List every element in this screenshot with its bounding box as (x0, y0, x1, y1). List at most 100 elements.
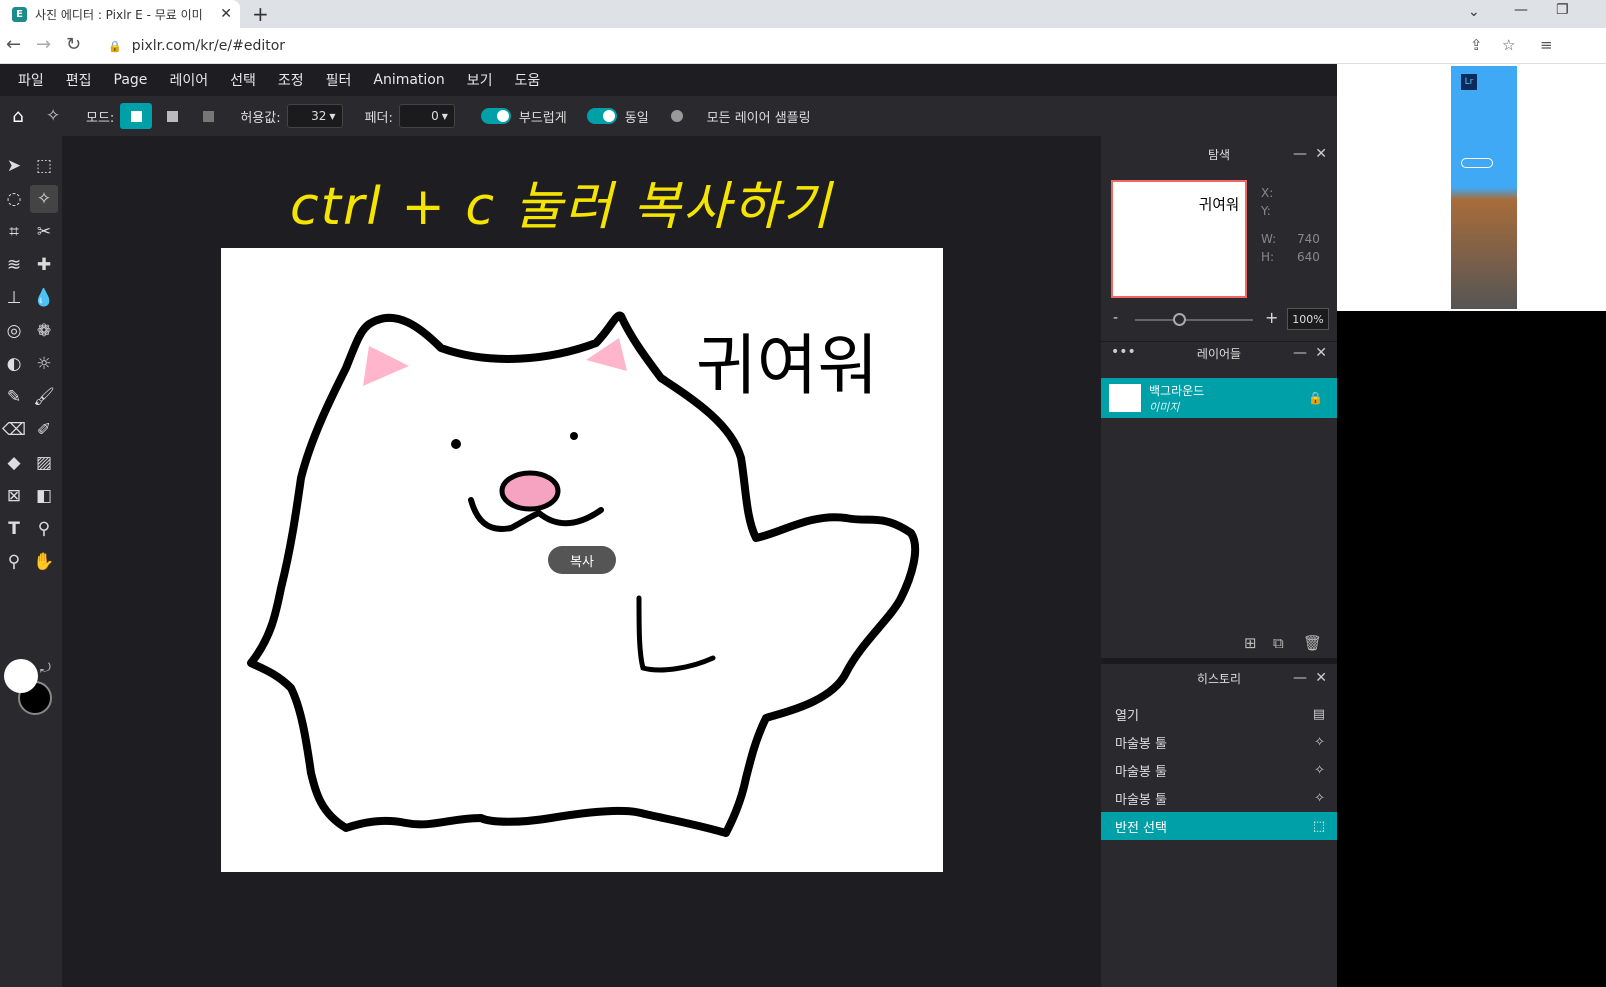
duplicate-layer-icon[interactable]: ⧉ (1273, 634, 1284, 652)
history-item-magic-wand[interactable]: 마술봉 툴 ✧ (1101, 756, 1337, 784)
browser-tab[interactable]: E 사진 에디터 : Pixlr E - 무료 이미 ✕ (0, 0, 240, 28)
arrange-tool-icon[interactable]: ➤ (0, 152, 28, 180)
history-collapse-icon[interactable]: — (1293, 670, 1307, 686)
menu-help[interactable]: 도움 (515, 70, 541, 90)
shape-tool-icon[interactable]: ◧ (30, 482, 58, 510)
zoom-out-button[interactable]: - (1113, 310, 1118, 326)
menu-layer[interactable]: 레이어 (169, 70, 208, 90)
share-icon[interactable]: ⇪ (1470, 36, 1483, 54)
nav-h-value: 640 (1297, 250, 1320, 264)
url-field[interactable]: 🔒 pixlr.com/kr/e/#editor (100, 32, 1500, 60)
bookmark-star-icon[interactable]: ☆ (1502, 36, 1515, 54)
heal-tool-icon[interactable]: ✚ (30, 251, 58, 279)
tool-options-bar: ⌂ ✧ 모드: 허용값: 32 ▼ 페더: 0 ▼ 부드럽게 동일 모든 레이어 샘… (0, 96, 1337, 136)
history-label: 마술봉 툴 (1115, 764, 1167, 780)
lock-icon: 🔒 (108, 39, 122, 53)
nav-w-label: W: (1261, 232, 1277, 246)
brush-tool-icon[interactable]: 🖌 (30, 383, 58, 411)
clone-stamp-tool-icon[interactable]: ⊥ (0, 284, 28, 312)
history-close-icon[interactable]: ✕ (1315, 670, 1327, 686)
mode-subtract-button[interactable] (192, 103, 224, 129)
home-icon[interactable]: ⌂ (4, 106, 32, 127)
menu-select[interactable]: 선택 (230, 70, 256, 90)
new-tab-icon[interactable]: + (252, 2, 269, 26)
ad-banner[interactable]: Lr (1451, 66, 1517, 309)
contiguous-label: 동일 (624, 110, 649, 126)
feather-caret-icon: ▼ (441, 111, 448, 121)
layers-close-icon[interactable]: ✕ (1315, 345, 1327, 361)
layer-name: 백그라운드 (1149, 383, 1205, 398)
mode-new-button[interactable] (120, 103, 153, 129)
blur-tool-icon[interactable]: 💧 (30, 284, 58, 312)
reading-list-icon[interactable]: ≡ (1540, 36, 1553, 54)
history-item-open[interactable]: 열기 ▤ (1101, 700, 1337, 728)
back-icon[interactable]: ← (6, 34, 21, 55)
cutout-tool-icon[interactable]: ✂ (30, 218, 58, 246)
menu-animation[interactable]: Animation (373, 72, 444, 88)
navigator-thumbnail[interactable]: 귀여워 (1111, 180, 1247, 298)
layers-collapse-icon[interactable]: — (1293, 345, 1307, 361)
right-panels: 탐색 — ✕ 귀여워 X: Y: W: 740 H: 640 - + 100% (1101, 136, 1337, 987)
layer-lock-icon[interactable]: 🔒 (1308, 391, 1323, 405)
feather-select[interactable]: 0 ▼ (398, 104, 455, 128)
zoom-slider-handle[interactable] (1173, 313, 1186, 326)
color-replace-tool-icon[interactable]: ❁ (30, 317, 58, 345)
hand-tool-icon[interactable]: ✋ (30, 548, 58, 576)
foreground-color-swatch[interactable] (4, 659, 38, 693)
filter-tool-icon[interactable]: ☼ (30, 350, 58, 378)
history-item-magic-wand[interactable]: 마술봉 툴 ✧ (1101, 728, 1337, 756)
mode-label: 모드: (86, 110, 115, 126)
contiguous-toggle[interactable] (586, 108, 617, 124)
layer-item[interactable]: 백그라운드 이미지 🔒 (1101, 378, 1337, 418)
magic-wand-tool-button[interactable]: ✧ (30, 185, 58, 213)
delete-layer-icon[interactable]: 🗑 (1303, 634, 1322, 652)
layer-thumbnail (1109, 384, 1141, 412)
mode-add-button[interactable] (156, 103, 188, 129)
pen-tool-icon[interactable]: ✎ (0, 383, 28, 411)
tab-search-icon[interactable]: ⌄ (1468, 4, 1480, 20)
swap-colors-icon[interactable]: ⤾ (40, 661, 51, 676)
smudge-tool-icon[interactable]: ✐ (30, 416, 58, 444)
zoom-tool-icon[interactable]: ⚲ (0, 548, 28, 576)
image-canvas[interactable]: 귀여워 복사 (221, 248, 943, 872)
crop-tool-icon[interactable]: ⌗ (0, 218, 28, 246)
advertisement[interactable]: Lr (1337, 64, 1606, 311)
sponge-tool-icon[interactable]: ◎ (0, 317, 28, 345)
tab-close-icon[interactable]: ✕ (220, 6, 232, 22)
sample-all-toggle[interactable] (668, 108, 699, 124)
image-tool-icon[interactable]: ⊠ (0, 482, 28, 510)
smooth-toggle[interactable] (480, 108, 511, 124)
copy-popup[interactable]: 복사 (548, 546, 616, 574)
restore-icon[interactable]: ❐ (1556, 2, 1569, 18)
menu-view[interactable]: 보기 (467, 70, 493, 90)
text-tool-icon[interactable]: T (0, 515, 28, 543)
lasso-tool-icon[interactable]: ◌ (0, 185, 28, 213)
zoom-in-button[interactable]: + (1265, 308, 1278, 327)
ad-button[interactable] (1461, 158, 1493, 168)
gradient-tool-icon[interactable]: ▨ (30, 449, 58, 477)
zoom-value[interactable]: 100% (1287, 308, 1329, 330)
liquify-tool-icon[interactable]: ≋ (0, 251, 28, 279)
screen: E 사진 에디터 : Pixlr E - 무료 이미 ✕ + ⌄ — ❐ ← →… (0, 0, 1606, 987)
menu-edit[interactable]: 편집 (66, 70, 92, 90)
forward-icon[interactable]: → (36, 34, 51, 55)
history-item-invert-selection[interactable]: 반전 선택 ⬚ (1101, 812, 1337, 840)
zoom-slider-track[interactable] (1135, 319, 1253, 321)
navigator-collapse-icon[interactable]: — (1293, 146, 1307, 162)
menu-filter[interactable]: 필터 (326, 70, 352, 90)
navigator-close-icon[interactable]: ✕ (1315, 146, 1327, 162)
menu-page[interactable]: Page (114, 72, 148, 88)
reload-icon[interactable]: ↻ (66, 34, 81, 55)
dodge-burn-tool-icon[interactable]: ◐ (0, 350, 28, 378)
marquee-tool-icon[interactable]: ⬚ (30, 152, 58, 180)
tolerance-select[interactable]: 32 ▼ (286, 104, 343, 128)
add-layer-icon[interactable]: ⊞ (1244, 634, 1257, 652)
menu-adjust[interactable]: 조정 (278, 70, 304, 90)
mode-new-icon (130, 110, 142, 122)
fill-tool-icon[interactable]: ◆ (0, 449, 28, 477)
eyedropper-tool-icon[interactable]: ⚲ (30, 515, 58, 543)
history-item-magic-wand[interactable]: 마술봉 툴 ✧ (1101, 784, 1337, 812)
minimize-icon[interactable]: — (1514, 2, 1528, 18)
menu-file[interactable]: 파일 (18, 70, 44, 90)
eraser-tool-icon[interactable]: ⌫ (0, 416, 28, 444)
